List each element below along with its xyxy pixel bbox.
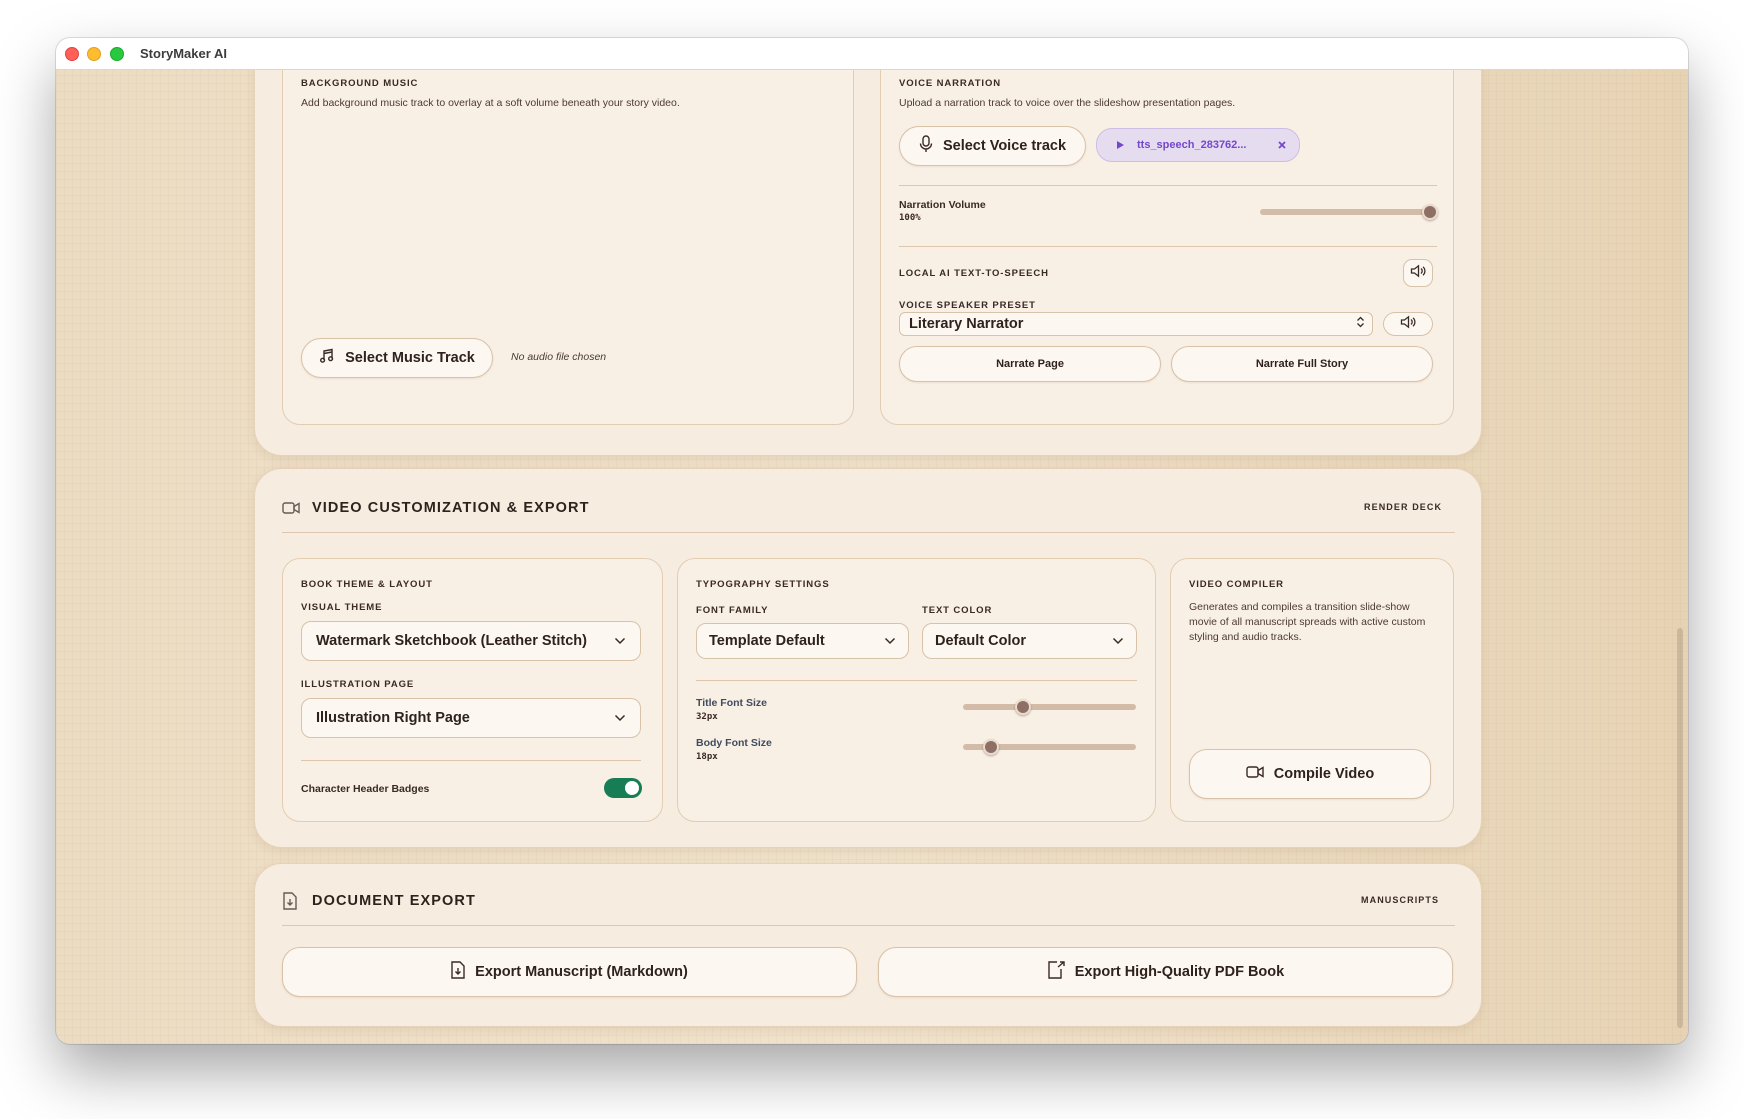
voice-file-name: tts_speech_283762... [1137,139,1247,151]
video-section-divider [282,532,1455,533]
theme-divider [301,760,641,761]
title-font-size-label: Title Font Size [696,697,767,709]
video-compiler-description: Generates and compiles a transition slid… [1189,601,1426,643]
select-music-track-label: Select Music Track [345,350,475,366]
voice-preset-select[interactable]: Literary Narrator [899,312,1373,336]
font-family-select[interactable]: Template Default [696,623,909,659]
chevron-down-icon [1112,633,1124,649]
video-customization-section: VIDEO CUSTOMIZATION & EXPORT RENDER DECK… [254,468,1482,848]
tts-speaker-button[interactable] [1403,259,1433,287]
voice-preset-label: VOICE SPEAKER PRESET [899,300,1036,311]
chevron-updown-icon [1356,316,1365,332]
typography-heading: TYPOGRAPHY SETTINGS [696,579,830,590]
font-family-label: FONT FAMILY [696,605,769,616]
voice-divider-1 [899,185,1437,186]
scrollbar[interactable] [1677,628,1683,1028]
chevron-down-icon [614,710,626,726]
narration-volume-slider[interactable] [1260,209,1430,215]
video-camera-icon [1246,765,1264,783]
background-music-card: BACKGROUND MUSIC Add background music tr… [282,38,854,425]
font-family-value: Template Default [709,633,825,649]
audio-section: BACKGROUND MUSIC Add background music tr… [254,38,1482,456]
voice-file-chip[interactable]: tts_speech_283762... [1096,128,1300,162]
body-font-size-label: Body Font Size [696,737,772,749]
visual-theme-value: Watermark Sketchbook (Leather Stitch) [316,633,587,649]
select-voice-track-label: Select Voice track [942,138,1067,154]
video-compiler-heading: VIDEO COMPILER [1189,579,1284,590]
play-icon[interactable] [1115,140,1125,153]
narration-volume-thumb[interactable] [1422,204,1438,220]
document-download-icon [451,961,465,983]
app-title: StoryMaker AI [140,46,227,61]
export-markdown-label: Export Manuscript (Markdown) [475,964,688,980]
typography-card: TYPOGRAPHY SETTINGS FONT FAMILY Template… [677,558,1156,822]
document-export-section: DOCUMENT EXPORT MANUSCRIPTS Export Manus… [254,863,1482,1027]
toggle-knob [625,781,639,795]
compile-video-label: Compile Video [1273,766,1375,782]
background-music-heading: BACKGROUND MUSIC [301,78,419,89]
body-font-size-value: 18px [696,752,718,762]
illustration-page-label: ILLUSTRATION PAGE [301,679,415,690]
document-section-divider [282,925,1455,926]
title-font-size-slider[interactable] [963,704,1136,710]
close-icon[interactable] [1277,140,1287,153]
video-compiler-card: VIDEO COMPILER Generates and compiles a … [1170,558,1454,822]
video-section-title: VIDEO CUSTOMIZATION & EXPORT [312,500,590,516]
close-window-button[interactable] [65,47,79,61]
narrate-page-button[interactable]: Narrate Page [899,346,1161,382]
document-download-icon [283,892,297,915]
document-section-title: DOCUMENT EXPORT [312,893,476,909]
document-export-icon [1047,961,1065,983]
title-bar: StoryMaker AI [56,38,1688,70]
text-color-value: Default Color [935,633,1027,649]
voice-divider-2 [899,246,1437,247]
visual-theme-select[interactable]: Watermark Sketchbook (Leather Stitch) [301,621,641,661]
chevron-down-icon [884,633,896,649]
body-font-size-thumb[interactable] [983,739,999,755]
app-window: StoryMaker AI BACKGROUND MUSIC Add backg… [56,38,1688,1044]
video-camera-icon [282,501,300,520]
select-voice-track-button[interactable]: Select Voice track [899,126,1086,166]
export-pdf-button[interactable]: Export High-Quality PDF Book [878,947,1453,997]
microphone-icon [919,135,933,157]
select-music-track-button[interactable]: Select Music Track [301,338,493,378]
illustration-page-value: Illustration Right Page [316,710,470,726]
document-section-tag: MANUSCRIPTS [1361,895,1440,905]
character-badges-toggle[interactable] [604,778,642,798]
book-theme-heading: BOOK THEME & LAYOUT [301,579,433,590]
music-note-icon [319,348,335,368]
title-font-size-thumb[interactable] [1015,699,1031,715]
voice-preset-value: Literary Narrator [909,316,1024,332]
text-color-select[interactable]: Default Color [922,623,1137,659]
background-music-description: Add background music track to overlay at… [301,97,680,109]
tts-heading: LOCAL AI TEXT-TO-SPEECH [899,268,1049,279]
illustration-page-select[interactable]: Illustration Right Page [301,698,641,738]
video-section-tag: RENDER DECK [1364,502,1443,512]
speaker-icon [1410,263,1426,283]
speaker-icon [1400,314,1416,334]
visual-theme-label: VISUAL THEME [301,602,383,613]
character-badges-label: Character Header Badges [301,783,430,795]
export-markdown-button[interactable]: Export Manuscript (Markdown) [282,947,857,997]
narration-volume-label: Narration Volume [899,199,986,211]
narration-volume-value: 100% [899,213,921,223]
book-theme-card: BOOK THEME & LAYOUT VISUAL THEME Waterma… [282,558,663,822]
narrate-page-label: Narrate Page [996,358,1064,370]
voice-narration-card: VOICE NARRATION Upload a narration track… [880,38,1454,425]
main-content: BACKGROUND MUSIC Add background music tr… [56,38,1688,1044]
music-file-status: No audio file chosen [511,351,607,363]
narrate-full-story-button[interactable]: Narrate Full Story [1171,346,1433,382]
compile-video-button[interactable]: Compile Video [1189,749,1431,799]
chevron-down-icon [614,633,626,649]
voice-narration-heading: VOICE NARRATION [899,78,1001,89]
preview-voice-button[interactable] [1383,312,1433,336]
narrate-full-story-label: Narrate Full Story [1255,358,1349,370]
title-font-size-value: 32px [696,712,718,722]
minimize-window-button[interactable] [87,47,101,61]
export-pdf-label: Export High-Quality PDF Book [1074,964,1285,980]
typography-divider [696,680,1137,681]
text-color-label: TEXT COLOR [922,605,993,616]
zoom-window-button[interactable] [110,47,124,61]
voice-narration-description: Upload a narration track to voice over t… [899,97,1236,109]
